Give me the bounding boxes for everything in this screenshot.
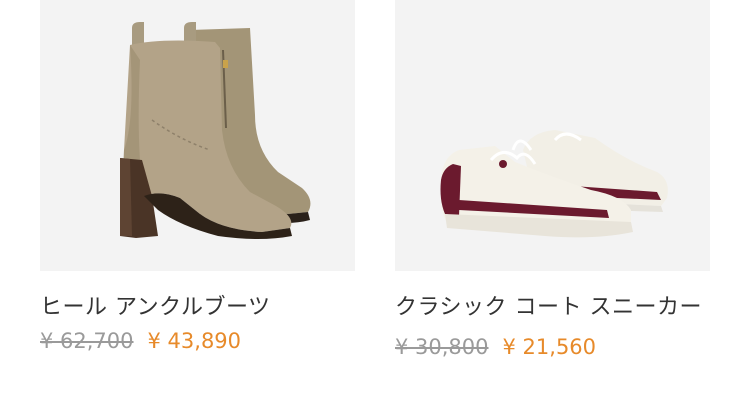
sneaker-icon — [440, 130, 668, 238]
product-name[interactable]: ヒール アンクルブーツ — [40, 291, 355, 324]
price-row: ¥ 62,700 ¥ 43,890 — [40, 326, 355, 356]
original-price: ¥ 62,700 — [40, 329, 134, 353]
price-row: ¥ 30,800 ¥ 21,560 — [395, 332, 710, 362]
original-price: ¥ 30,800 — [395, 335, 489, 359]
product-image[interactable] — [40, 0, 355, 271]
product-image[interactable] — [395, 0, 710, 271]
sale-price: ¥ 21,560 — [502, 335, 597, 359]
product-name[interactable]: クラシック コート スニーカー — [395, 291, 710, 324]
product-card-boots[interactable]: ヒール アンクルブーツ ¥ 62,700 ¥ 43,890 — [40, 0, 355, 356]
ankle-boot-icon — [120, 22, 311, 239]
sale-price: ¥ 43,890 — [147, 329, 242, 353]
product-card-sneakers[interactable]: クラシック コート スニーカー ¥ 30,800 ¥ 21,560 — [395, 0, 710, 362]
